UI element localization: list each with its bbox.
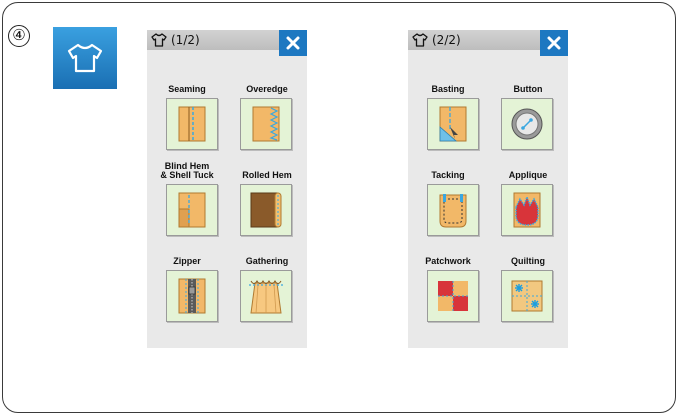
shirt-icon: [67, 43, 103, 73]
close-icon: [547, 36, 561, 50]
rolled-hem-button[interactable]: [240, 184, 292, 236]
seaming-icon: [178, 106, 206, 142]
zipper-icon: [178, 278, 206, 314]
zipper-button[interactable]: [166, 270, 218, 322]
stitch-panel-1: (1/2) Seaming Overedge Blind Hem & Shell…: [147, 30, 307, 348]
button-stitch-button[interactable]: [501, 98, 553, 150]
tacking-button[interactable]: [427, 184, 479, 236]
quilting-label: Quilting: [511, 256, 545, 266]
rolled-hem-icon: [250, 192, 282, 228]
page-indicator: (2/2): [432, 33, 461, 47]
overedge-button[interactable]: [240, 98, 292, 150]
page-indicator: (1/2): [171, 33, 200, 47]
patchwork-icon: [438, 281, 468, 311]
patchwork-button[interactable]: [427, 270, 479, 322]
applique-button[interactable]: [501, 184, 553, 236]
basting-button[interactable]: [427, 98, 479, 150]
applique-icon: [513, 192, 541, 228]
blind-hem-icon: [178, 192, 206, 228]
blind-hem-button[interactable]: [166, 184, 218, 236]
step-number: ④: [8, 25, 30, 47]
overedge-icon: [252, 106, 280, 142]
basting-label: Basting: [431, 84, 465, 94]
patchwork-label: Patchwork: [425, 256, 471, 266]
close-icon: [286, 36, 300, 50]
zipper-label: Zipper: [173, 256, 201, 266]
tacking-label: Tacking: [431, 170, 465, 180]
shirt-outline-icon: [412, 33, 428, 47]
seaming-button[interactable]: [166, 98, 218, 150]
seaming-label: Seaming: [168, 84, 206, 94]
overedge-label: Overedge: [246, 84, 288, 94]
quilting-button[interactable]: [501, 270, 553, 322]
rolled-hem-label: Rolled Hem: [242, 170, 292, 180]
shirt-outline-icon: [151, 33, 167, 47]
button-icon: [511, 108, 543, 140]
gathering-button[interactable]: [240, 270, 292, 322]
quilting-icon: [511, 280, 543, 312]
basting-icon: [439, 106, 467, 142]
tacking-icon: [439, 194, 467, 228]
close-button[interactable]: [540, 30, 568, 56]
close-button[interactable]: [279, 30, 307, 56]
stitch-panel-2: (2/2) Basting Button Tacking Applique Pa…: [408, 30, 568, 348]
gathering-icon: [249, 280, 283, 314]
app-button[interactable]: [53, 27, 117, 89]
gathering-label: Gathering: [245, 256, 289, 266]
blind-hem-label: Blind Hem & Shell Tuck: [160, 161, 214, 180]
applique-label: Applique: [508, 170, 548, 180]
button-label: Button: [513, 84, 543, 94]
